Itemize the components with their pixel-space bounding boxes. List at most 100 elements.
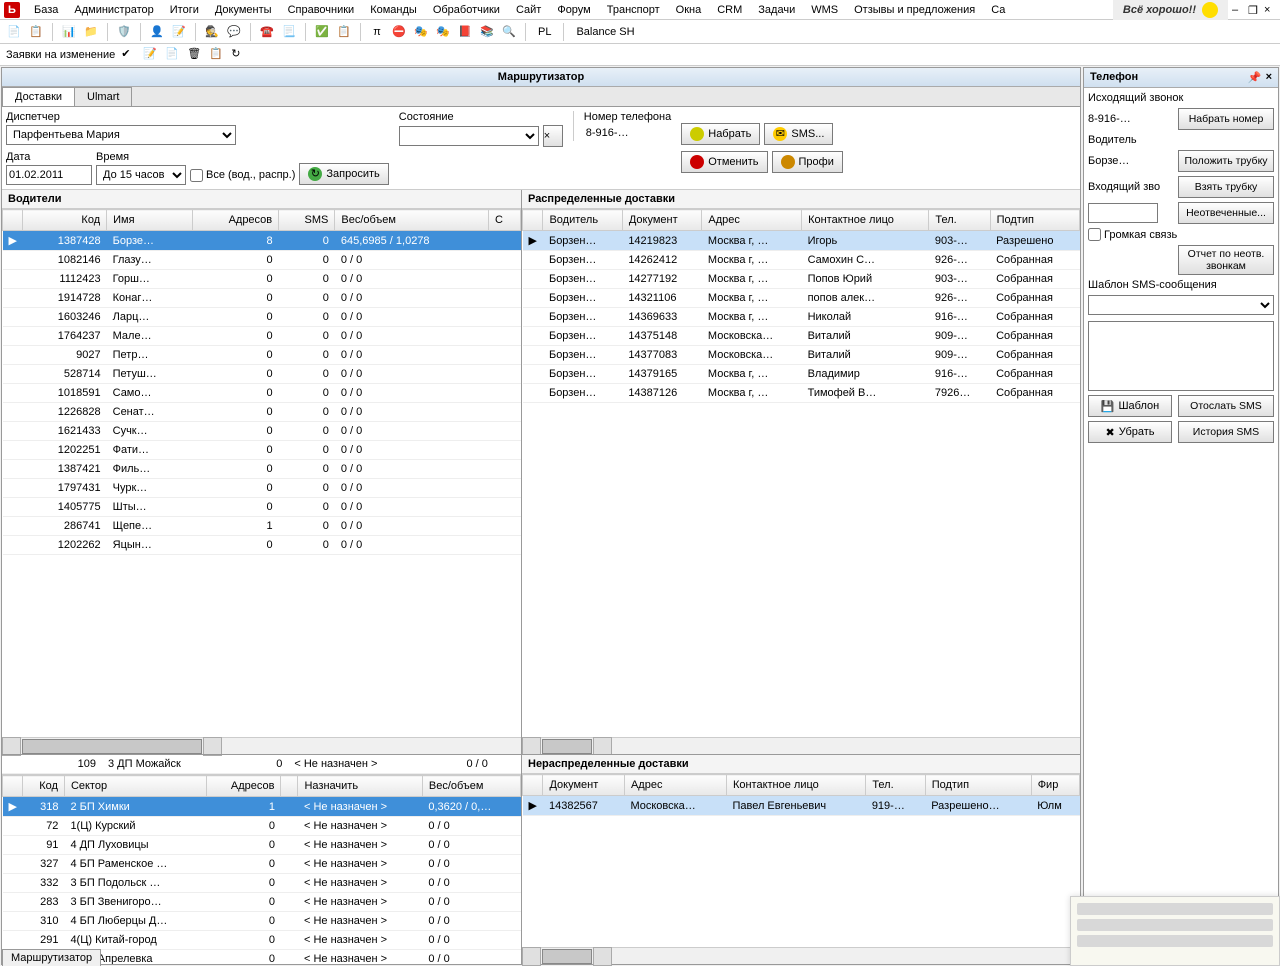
request-button[interactable]: ↻Запросить [299,163,388,185]
table-row[interactable]: Борзен…14387126Москва г, …Тимофей В…7926… [523,384,1080,403]
subbar-icon[interactable]: ↻ [231,47,247,63]
toolbar-icon[interactable]: 📋 [26,22,46,42]
table-row[interactable]: 914 ДП Луховицы0< Не назначен >0 / 0 [3,836,521,855]
table-row[interactable]: 1603246Ларц…000 / 0 [3,308,521,327]
hangup-button[interactable]: Положить трубку [1178,150,1274,172]
table-row[interactable]: 1226828Сенат…000 / 0 [3,403,521,422]
toolbar-book-icon[interactable]: 📚 [477,22,497,42]
toolbar-icon[interactable]: 📊 [59,22,79,42]
menu-item[interactable]: Итоги [162,2,207,18]
toolbar-icon[interactable]: 💬 [224,22,244,42]
subbar-icon[interactable]: ✔ [121,47,137,63]
menu-item[interactable]: Справочники [280,2,363,18]
pickup-button[interactable]: Взять трубку [1178,176,1274,198]
table-row[interactable]: 1914728Конаг…000 / 0 [3,289,521,308]
toolbar-balance-label[interactable]: Balance SH [570,26,640,38]
toolbar-icon[interactable]: 📕 [455,22,475,42]
toolbar-user-icon[interactable]: 👤 [147,22,167,42]
toolbar-phone-icon[interactable]: ☎️ [257,22,277,42]
toolbar-icon[interactable]: 🕵️ [202,22,222,42]
menu-item[interactable]: Задачи [750,2,803,18]
menu-item[interactable]: Са [983,2,1013,18]
table-row[interactable]: 1387421Филь…000 / 0 [3,460,521,479]
menu-item[interactable]: Форум [549,2,598,18]
dispatcher-select[interactable]: Парфентьева Мария [6,125,236,145]
subbar-icon[interactable]: 📄 [165,47,181,63]
loudspeaker-checkbox[interactable]: Громкая связь [1088,228,1177,241]
sms-template-select[interactable] [1088,295,1274,315]
table-row[interactable]: 2914(Ц) Китай-город0< Не назначен >0 / 0 [3,931,521,950]
menu-item[interactable]: CRM [709,2,750,18]
table-row[interactable]: 3274 БП Раменское …0< Не назначен >0 / 0 [3,855,521,874]
minimize-icon[interactable]: – [1232,4,1244,16]
table-row[interactable]: ▶1387428Борзе…80645,6985 / 1,0278 [3,231,521,251]
toolbar-icon[interactable]: 📝 [169,22,189,42]
toolbar-search-icon[interactable]: 🔍 [499,22,519,42]
drivers-grid[interactable]: Код Имя Адресов SMS Вес/объем С ▶1387428… [2,208,521,737]
toolbar-icon[interactable]: 📋 [334,22,354,42]
missed-button[interactable]: Неотвеченные... [1178,202,1274,224]
table-row[interactable]: 721(Ц) Курский0< Не назначен >0 / 0 [3,817,521,836]
table-row[interactable]: 1764237Мале…000 / 0 [3,327,521,346]
toolbar-icon[interactable]: 📄 [4,22,24,42]
table-row[interactable]: Борзен…14379165Москва г, …Владимир916-…С… [523,365,1080,384]
all-checkbox[interactable]: Все (вод., распр.) [190,169,295,182]
date-input[interactable] [6,165,92,185]
scrollbar[interactable] [522,737,1080,754]
table-row[interactable]: 2833 БП Звенигоро…0< Не назначен >0 / 0 [3,893,521,912]
assigned-grid[interactable]: Водитель Документ Адрес Контактное лицо … [522,208,1080,737]
table-row[interactable]: 3323 БП Подольск …0< Не назначен >0 / 0 [3,874,521,893]
toolbar-shield-icon[interactable]: 🛡️ [114,22,134,42]
table-row[interactable]: Борзен…14321106Москва г, …попов алек…926… [523,289,1080,308]
table-row[interactable]: 1797431Чурк…000 / 0 [3,479,521,498]
table-row[interactable]: 1202262Яцын…000 / 0 [3,536,521,555]
toolbar-stop-icon[interactable]: ⛔ [389,22,409,42]
save-template-button[interactable]: 💾Шаблон [1088,395,1172,417]
table-row[interactable]: Борзен…14277192Москва г, …Попов Юрий903-… [523,270,1080,289]
menu-item[interactable]: Команды [362,2,425,18]
menu-item[interactable]: WMS [803,2,846,18]
subbar-icon[interactable]: 📋 [209,47,225,63]
menu-item[interactable]: Транспорт [599,2,668,18]
sectors-grid[interactable]: Код Сектор Адресов Назначить Вес/объем ▶… [2,774,521,964]
table-row[interactable]: Борзен…14369633Москва г, …Николай916-…Со… [523,308,1080,327]
scrollbar[interactable] [522,947,1080,964]
sms-button[interactable]: ✉SMS... [764,123,833,145]
table-row[interactable]: ▶3182 БП Химки1< Не назначен >0,3620 / 0… [3,797,521,817]
table-row[interactable]: 1202251Фати…000 / 0 [3,441,521,460]
table-row[interactable]: 1621433Сучк…000 / 0 [3,422,521,441]
close-icon[interactable]: × [1264,4,1276,16]
sms-text-area[interactable] [1088,321,1274,391]
tab-ulmart[interactable]: Ulmart [74,87,132,106]
menu-item[interactable]: Отзывы и предложения [846,2,983,18]
footer-tab[interactable]: Маршрутизатор [2,949,101,966]
pin-icon[interactable]: 📌 [1248,71,1262,84]
table-row[interactable]: 528714Петуш…000 / 0 [3,365,521,384]
toolbar-icon[interactable]: 📁 [81,22,101,42]
toolbar-pi-icon[interactable]: π [367,22,387,42]
menu-item[interactable]: Сайт [508,2,549,18]
table-row[interactable]: 3104 БП Люберцы Д…0< Не назначен >0 / 0 [3,912,521,931]
table-row[interactable]: Борзен…14377083Московска…Виталий909-…Соб… [523,346,1080,365]
table-row[interactable]: Борзен…14262412Москва г, …Самохин С…926-… [523,251,1080,270]
table-row[interactable]: Борзен…14375148Московска…Виталий909-…Соб… [523,327,1080,346]
table-row[interactable]: 1018591Само…000 / 0 [3,384,521,403]
table-row[interactable]: ▶Борзен…14219823Москва г, …Игорь903-…Раз… [523,231,1080,251]
table-row[interactable]: 1405775Шты…000 / 0 [3,498,521,517]
missed-report-button[interactable]: Отчет по неотв. звонкам [1178,245,1274,275]
toolbar-icon[interactable]: 🎭 [411,22,431,42]
toolbar-pl-label[interactable]: PL [532,26,557,38]
toolbar-icon[interactable]: 🎭 [433,22,453,42]
send-sms-button[interactable]: Отослать SMS [1178,395,1274,417]
state-select[interactable] [399,126,539,146]
remove-button[interactable]: ✖Убрать [1088,421,1172,443]
incoming-number-input[interactable] [1088,203,1158,223]
subbar-icon[interactable]: 🗑 [187,47,203,63]
dial-number-button[interactable]: Набрать номер [1178,108,1274,130]
menu-item[interactable]: Администратор [66,2,161,18]
sms-history-button[interactable]: История SMS [1178,421,1274,443]
table-row[interactable]: ▶14382567Московска…Павел Евгеньевич919-…… [523,796,1080,816]
cancel-call-button[interactable]: Отменить [681,151,767,173]
close-icon[interactable]: × [1266,71,1272,84]
toolbar-check-icon[interactable]: ✅ [312,22,332,42]
